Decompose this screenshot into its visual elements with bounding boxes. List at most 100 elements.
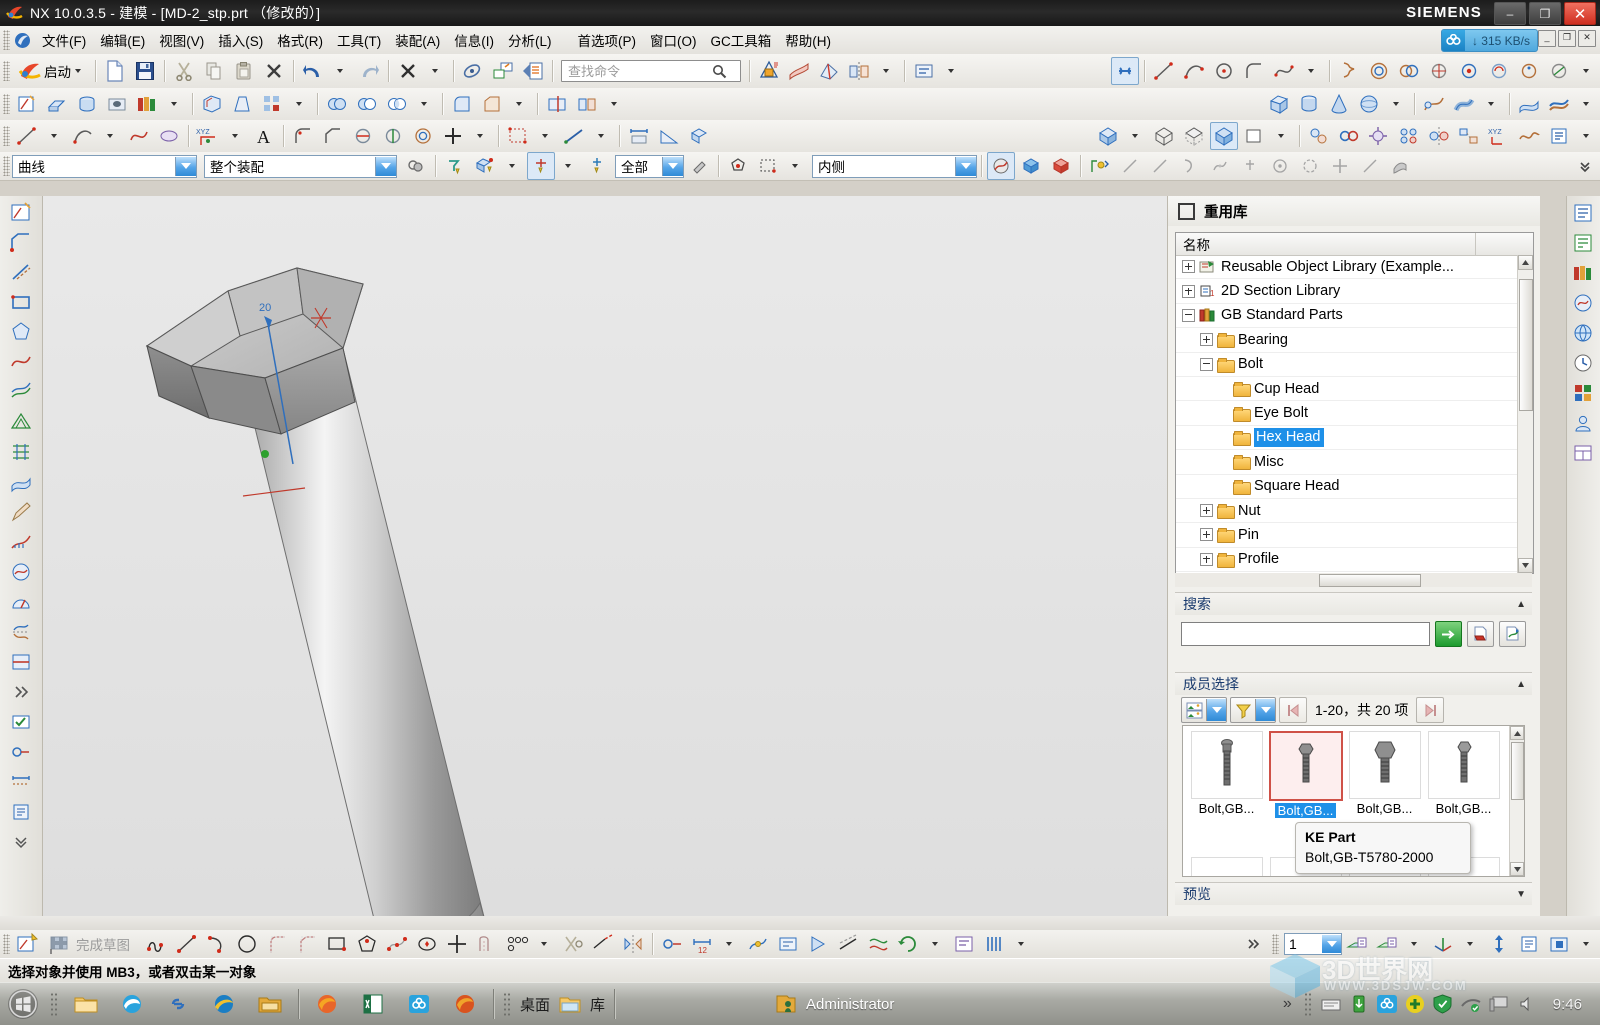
snap-dropdown[interactable]	[784, 152, 808, 180]
left-dock-collapse-icon[interactable]	[7, 828, 35, 856]
trimetric-view-button[interactable]	[1210, 122, 1238, 150]
mirror-body-button[interactable]	[845, 57, 873, 85]
rapid-dimension-button[interactable]	[155, 122, 183, 150]
component-props-button[interactable]	[1545, 122, 1573, 150]
sweep-button[interactable]	[1420, 90, 1448, 118]
member-item[interactable]: Bolt,GB...	[1187, 731, 1266, 818]
highlight-red-body-button[interactable]	[1047, 152, 1075, 180]
wireframe-view-button[interactable]	[1150, 122, 1178, 150]
trim-body-2-button[interactable]	[543, 90, 571, 118]
menu-item-insert[interactable]: 插入(S)	[211, 27, 270, 53]
grid-scroll-thumb[interactable]	[1511, 742, 1524, 800]
tree-item[interactable]: Eye Bolt	[1176, 401, 1518, 426]
helix-button[interactable]	[1335, 57, 1363, 85]
tolerance-dropdown[interactable]	[940, 57, 964, 85]
expand-icon[interactable]	[1200, 552, 1213, 566]
deviation-gauge-icon[interactable]	[7, 588, 35, 616]
member-select-header[interactable]: 成员选择 ▲	[1175, 672, 1532, 695]
arc-button[interactable]	[1180, 57, 1208, 85]
chevron-up-icon[interactable]: ▲	[1516, 679, 1526, 690]
tray-grip[interactable]	[1303, 992, 1313, 1016]
tray-overflow-button[interactable]: »	[1283, 995, 1292, 1013]
view-dropdown[interactable]	[1270, 122, 1294, 150]
line-dropdown[interactable]	[43, 122, 67, 150]
section-box-button[interactable]	[1545, 930, 1573, 958]
sketch-offset-curve-button[interactable]	[473, 930, 501, 958]
layer-settings-button[interactable]	[1343, 930, 1371, 958]
tree-item[interactable]: Hex Head	[1176, 426, 1518, 451]
new-button[interactable]	[101, 57, 129, 85]
hole-button[interactable]	[103, 90, 131, 118]
menu-item-view[interactable]: 视图(V)	[152, 27, 211, 53]
start-menu-button[interactable]: 启动	[13, 57, 90, 85]
pattern-component-button[interactable]	[1395, 122, 1423, 150]
union-button[interactable]	[323, 90, 351, 118]
assembly-constraint-button[interactable]	[1111, 57, 1139, 85]
mirror-dropdown[interactable]	[875, 57, 899, 85]
hd3d-tools-icon[interactable]	[1570, 290, 1596, 316]
polygon-tool-icon[interactable]	[7, 318, 35, 346]
sheet-body-button[interactable]	[785, 57, 813, 85]
menu-item-help[interactable]: 帮助(H)	[778, 27, 838, 53]
tree-hscrollbar[interactable]	[1175, 573, 1532, 587]
assembly-navigator-icon[interactable]	[1570, 200, 1596, 226]
tree-item[interactable]: Bearing	[1176, 328, 1518, 353]
add-point-button[interactable]	[439, 122, 467, 150]
face-analysis-icon[interactable]	[7, 558, 35, 586]
expand-icon[interactable]	[1200, 333, 1213, 347]
list-item[interactable]	[1187, 857, 1266, 876]
move-component-button[interactable]	[1365, 122, 1393, 150]
save-button[interactable]	[131, 57, 159, 85]
close-button[interactable]: ✕	[1564, 2, 1596, 25]
section-analysis-icon[interactable]	[7, 648, 35, 676]
sketch-dimension-button[interactable]: 12	[688, 930, 716, 958]
curve-snap-point-button[interactable]	[1236, 152, 1264, 180]
window-layout-button[interactable]	[489, 57, 517, 85]
studio-spline-icon[interactable]	[7, 348, 35, 376]
view-manager-icon[interactable]	[1570, 440, 1596, 466]
explorer-taskbar-icon[interactable]	[65, 985, 107, 1023]
more-left-tools-icon[interactable]	[7, 678, 35, 706]
menu-item-format[interactable]: 格式(R)	[270, 27, 330, 53]
scope-combo[interactable]: 整个装配	[204, 154, 397, 178]
usb-device-icon[interactable]	[1348, 993, 1370, 1015]
tree-item[interactable]: Square Head	[1176, 475, 1518, 499]
datum-axis-button[interactable]	[560, 122, 588, 150]
split-body-button[interactable]	[573, 90, 601, 118]
chevron-down-icon[interactable]: ▼	[1516, 889, 1526, 900]
circle-button[interactable]	[1210, 57, 1238, 85]
select-edge-filter-button[interactable]	[583, 152, 611, 180]
taskbar-window-label[interactable]: Administrator	[806, 996, 894, 1013]
text-button[interactable]: A	[250, 122, 278, 150]
sweep-dropdown[interactable]	[1480, 90, 1504, 118]
curve-snap-face-button[interactable]	[1386, 152, 1414, 180]
cylinder-button[interactable]	[1295, 90, 1323, 118]
sketch-line-button[interactable]	[173, 930, 201, 958]
menu-grip[interactable]	[3, 30, 10, 50]
panel-pin-icon[interactable]	[1178, 202, 1195, 220]
xyz-wcs-button[interactable]: XYZ	[1485, 122, 1513, 150]
datum-dropdown[interactable]	[534, 122, 558, 150]
revolve-button[interactable]	[73, 90, 101, 118]
sketch-constraint-nav-button[interactable]	[980, 930, 1008, 958]
assembly-constraints-button[interactable]	[1335, 122, 1363, 150]
select-extra-button[interactable]	[685, 152, 713, 180]
search-section-header[interactable]: 搜索 ▲	[1175, 592, 1532, 615]
grid-scroll-down-button[interactable]	[1510, 862, 1524, 876]
menu-item-information[interactable]: 信息(I)	[447, 27, 501, 53]
sheet-body-icon[interactable]	[7, 468, 35, 496]
cloud-sync-taskbar-icon[interactable]	[398, 985, 440, 1023]
sketch-fillet-button[interactable]	[263, 930, 291, 958]
shell-button[interactable]	[198, 90, 226, 118]
sketch-spline-button[interactable]	[383, 930, 411, 958]
sketch-ellipse-button[interactable]	[413, 930, 441, 958]
shield-icon[interactable]	[1432, 993, 1454, 1015]
join-curve-button[interactable]	[1545, 57, 1573, 85]
tree-hscroll-thumb[interactable]	[1319, 574, 1421, 587]
wcs-dropdown[interactable]	[1459, 930, 1483, 958]
highlight-body-button[interactable]	[1017, 152, 1045, 180]
cone-button[interactable]	[1325, 90, 1353, 118]
graphics-viewport[interactable]: 20 Z X Y	[43, 196, 1167, 916]
curve-snap-center-button[interactable]	[1266, 152, 1294, 180]
point-filter-dropdown[interactable]	[557, 152, 581, 180]
